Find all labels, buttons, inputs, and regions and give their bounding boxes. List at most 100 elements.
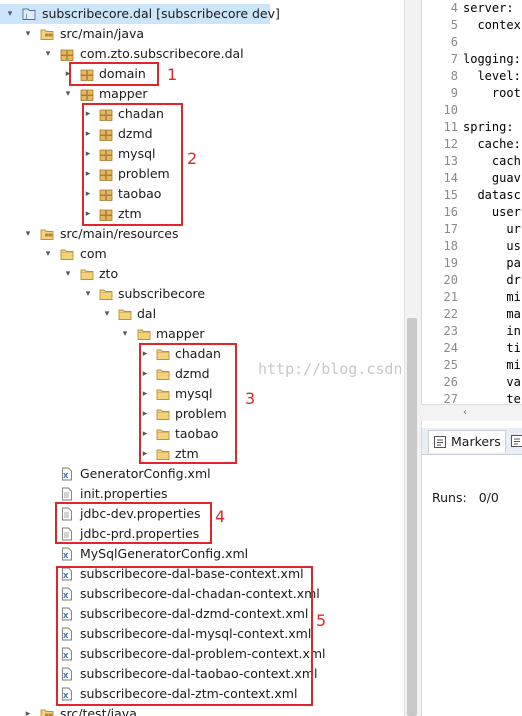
tree-item-label: com.zto.subscribecore.dal xyxy=(80,46,244,61)
collapse-arrow-icon[interactable]: ▾ xyxy=(22,224,34,244)
tree-item-label: mapper xyxy=(99,86,148,101)
code-line: dr xyxy=(463,273,521,287)
code-line: server: xyxy=(463,1,514,15)
folder-icon xyxy=(118,307,132,321)
line-number: 9 xyxy=(450,86,458,100)
source-folder-icon xyxy=(40,707,54,716)
tree-item-java-mapper-ztm[interactable]: ▸ ztm xyxy=(0,204,400,224)
xml-file-icon xyxy=(60,547,74,561)
line-number: 20 xyxy=(443,273,458,287)
code-line: pa xyxy=(463,256,521,270)
properties-file-icon xyxy=(60,487,74,501)
line-number: 10 xyxy=(443,103,458,117)
tree-item-label: init.properties xyxy=(80,486,168,501)
runs-value: 0/0 xyxy=(478,490,499,505)
source-folder-icon xyxy=(40,227,54,241)
code-line: datasc xyxy=(463,188,521,202)
annotation-number-4: 4 xyxy=(215,507,226,526)
code-line: ti xyxy=(463,341,521,355)
collapse-arrow-icon[interactable]: ▾ xyxy=(22,24,34,44)
tree-item-label: src/main/java xyxy=(60,26,145,41)
collapse-arrow-icon[interactable]: ▾ xyxy=(62,264,74,284)
console-tab-icon[interactable] xyxy=(510,434,522,448)
annotation-box-3 xyxy=(139,343,237,464)
tree-item-label: subscribecore xyxy=(118,286,206,301)
code-line: in xyxy=(463,324,521,338)
tree-item-label: MySqlGeneratorConfig.xml xyxy=(80,546,249,561)
tree-item-mysql-generator-config[interactable]: MySqlGeneratorConfig.xml xyxy=(0,544,400,564)
line-number: 21 xyxy=(443,290,458,304)
line-number: 18 xyxy=(443,239,458,253)
markers-icon xyxy=(433,435,447,449)
panel-tab-bar: Markers xyxy=(422,428,522,455)
folder-icon xyxy=(60,247,74,261)
line-number: 4 xyxy=(450,1,458,15)
tree-item-zto[interactable]: ▾ zto xyxy=(0,264,400,284)
tree-scrollbar-thumb[interactable] xyxy=(407,318,417,716)
editor-horizontal-scrollbar[interactable]: ‹ xyxy=(421,404,522,421)
tree-item-label: zto xyxy=(99,266,119,281)
tree-item-label: GeneratorConfig.xml xyxy=(80,466,211,481)
tree-root-project[interactable]: ▾ subscribecore.dal [subscribecore dev] xyxy=(0,4,280,24)
line-number: 22 xyxy=(443,307,458,321)
code-line: root xyxy=(463,86,521,100)
collapse-arrow-icon[interactable]: ▾ xyxy=(42,244,54,264)
tree-item-java-mapper-chadan[interactable]: ▸ chadan xyxy=(0,104,400,124)
tree-item-res-mapper[interactable]: ▾ mapper xyxy=(0,324,400,344)
collapse-arrow-icon[interactable]: ▾ xyxy=(42,44,54,64)
line-number: 17 xyxy=(443,222,458,236)
expand-arrow-icon[interactable]: ▸ xyxy=(22,704,34,716)
collapse-arrow-icon[interactable]: ▾ xyxy=(4,4,16,24)
tree-item-java-mapper-problem[interactable]: ▸ problem xyxy=(0,164,400,184)
collapse-arrow-icon[interactable]: ▾ xyxy=(62,84,74,104)
scroll-left-arrow-icon[interactable]: ‹ xyxy=(463,405,467,420)
code-line: guav xyxy=(463,171,521,185)
collapse-arrow-icon[interactable]: ▾ xyxy=(119,324,131,344)
annotation-box-4 xyxy=(55,502,212,544)
code-line: ma xyxy=(463,307,521,321)
tree-item-java-mapper-dzmd[interactable]: ▸ dzmd xyxy=(0,124,400,144)
tree-item-generator-config[interactable]: GeneratorConfig.xml xyxy=(0,464,400,484)
tree-item-mapper[interactable]: ▾ mapper xyxy=(0,84,400,104)
collapse-arrow-icon[interactable]: ▾ xyxy=(101,304,113,324)
folder-icon xyxy=(80,267,94,281)
line-number: 7 xyxy=(450,52,458,66)
project-name: subscribecore.dal [subscribecore dev] xyxy=(42,6,280,21)
tree-item-domain[interactable]: ▸ domain xyxy=(0,64,400,84)
code-line: logging: xyxy=(463,52,521,66)
line-number: 5 xyxy=(450,18,458,32)
xml-file-icon xyxy=(60,467,74,481)
tree-item-dal[interactable]: ▾ dal xyxy=(0,304,400,324)
tree-item-subscribecore[interactable]: ▾ subscribecore xyxy=(0,284,400,304)
tab-label: Markers xyxy=(451,434,501,449)
tree-item-package[interactable]: ▾ com.zto.subscribecore.dal xyxy=(0,44,400,64)
annotation-number-5: 5 xyxy=(316,611,327,630)
tree-item-java-mapper-taobao[interactable]: ▸ taobao xyxy=(0,184,400,204)
code-line: mi xyxy=(463,290,521,304)
tree-item-com[interactable]: ▾ com xyxy=(0,244,400,264)
code-line: user xyxy=(463,205,521,219)
yaml-editor[interactable]: 4 server: 5 contex 6 7 logging: 8 level: 9 root… xyxy=(421,0,522,425)
line-number: 24 xyxy=(443,341,458,355)
code-line: ur xyxy=(463,222,521,236)
tree-item-label: com xyxy=(80,246,107,261)
tree-item-src-main-resources[interactable]: ▾ src/main/resources xyxy=(0,224,400,244)
code-line: spring: xyxy=(463,120,514,134)
collapse-arrow-icon[interactable]: ▾ xyxy=(82,284,94,304)
line-number: 25 xyxy=(443,358,458,372)
tree-item-init-properties[interactable]: init.properties xyxy=(0,484,400,504)
runs-label: Runs: xyxy=(432,490,467,505)
folder-icon xyxy=(99,287,113,301)
tree-item-java-mapper-mysql[interactable]: ▸ mysql xyxy=(0,144,400,164)
bottom-panel: Markers Runs: 0/0 xyxy=(421,426,522,716)
folder-icon xyxy=(137,327,151,341)
package-icon xyxy=(80,87,94,101)
tab-markers[interactable]: Markers xyxy=(428,430,506,453)
code-line: contex xyxy=(463,18,521,32)
line-number: 13 xyxy=(443,154,458,168)
code-line: va xyxy=(463,375,521,389)
tree-item-src-main-java[interactable]: ▾ src/main/java xyxy=(0,24,400,44)
code-line: cach xyxy=(463,154,521,168)
code-line: mi xyxy=(463,358,521,372)
code-line: us xyxy=(463,239,521,253)
